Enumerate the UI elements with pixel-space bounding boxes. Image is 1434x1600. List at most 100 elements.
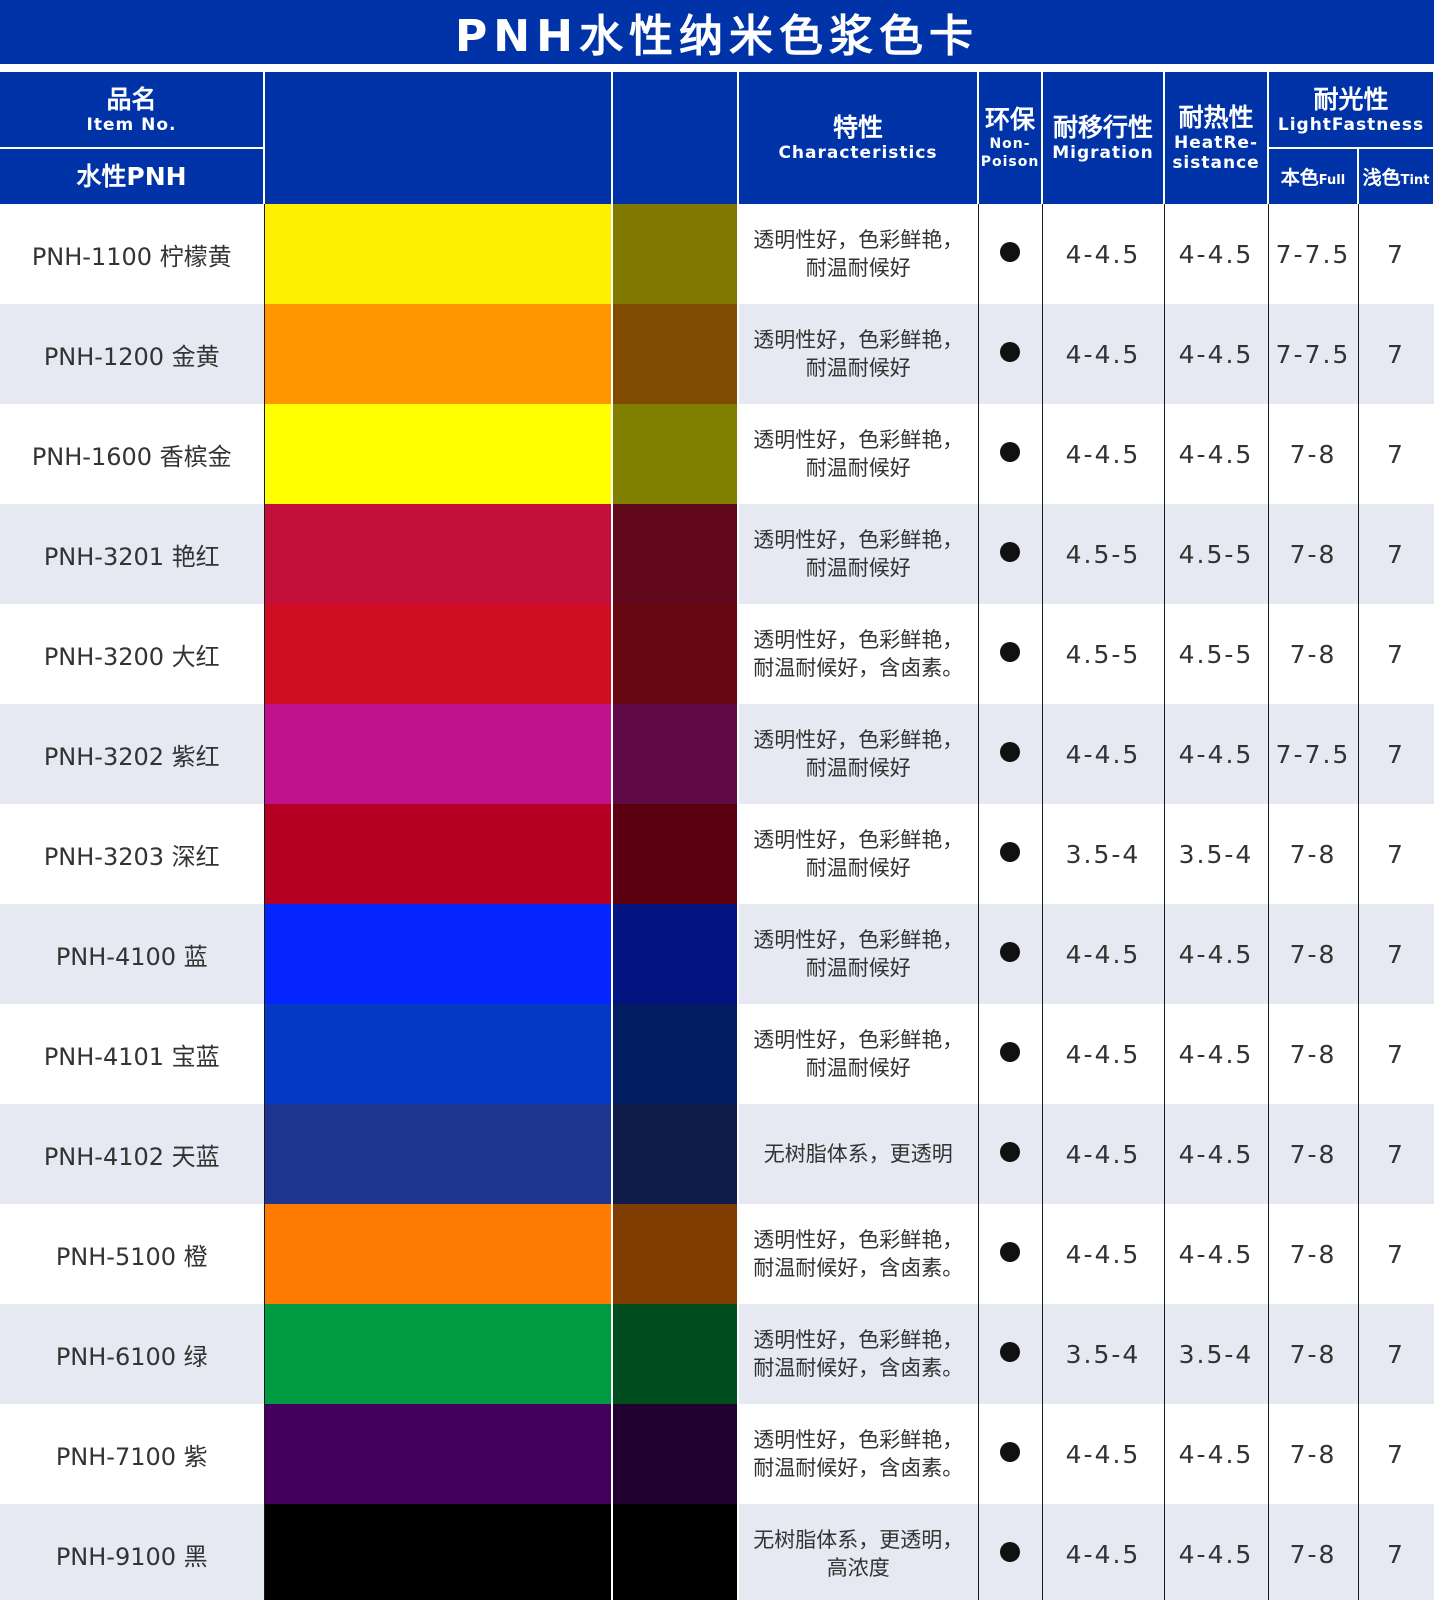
table-row: PNH-1600 香槟金 透明性好，色彩鲜艳， 耐温耐候好 4-4.5 4-4.5 7-8… bbox=[0, 404, 1434, 504]
table-row: PNH-6100 绿 透明性好，色彩鲜艳， 耐温耐候好，含卤素。 3.5-4 3.5-4… bbox=[0, 1304, 1434, 1404]
filled-circle-icon bbox=[1000, 1242, 1020, 1262]
tint-color-swatch bbox=[612, 1204, 739, 1304]
characteristics-line-1: 透明性好，色彩鲜艳， bbox=[753, 528, 964, 552]
lightfastness-tint-value: 7 bbox=[1358, 504, 1434, 604]
heat-resistance-value: 4.5-5 bbox=[1164, 504, 1269, 604]
characteristics-cell: 透明性好，色彩鲜艳， 耐温耐候好 bbox=[738, 504, 979, 604]
migration-value: 4-4.5 bbox=[1042, 1104, 1165, 1204]
lightfastness-tint-value: 7 bbox=[1358, 1004, 1434, 1104]
characteristics-line-1: 透明性好，色彩鲜艳， bbox=[753, 1028, 964, 1052]
characteristics-cell: 透明性好，色彩鲜艳， 耐温耐候好 bbox=[738, 904, 979, 1004]
lightfastness-full-value: 7-8 bbox=[1268, 504, 1359, 604]
migration-value: 4-4.5 bbox=[1042, 704, 1165, 804]
heat-resistance-value: 4-4.5 bbox=[1164, 204, 1269, 304]
nonpoison-cell bbox=[978, 404, 1043, 504]
migration-value: 3.5-4 bbox=[1042, 804, 1165, 904]
item-name: PNH-7100 紫 bbox=[0, 1404, 265, 1504]
heat-resistance-value: 4-4.5 bbox=[1164, 704, 1269, 804]
tint-swatch-header bbox=[612, 72, 739, 204]
table-row: PNH-1100 柠檬黄 透明性好，色彩鲜艳， 耐温耐候好 4-4.5 4-4.5 7-7… bbox=[0, 204, 1434, 304]
item-name: PNH-9100 黑 bbox=[0, 1504, 265, 1600]
migration-value: 4-4.5 bbox=[1042, 1504, 1165, 1600]
characteristics-line-1: 透明性好，色彩鲜艳， bbox=[753, 328, 964, 352]
lightfastness-tint-value: 7 bbox=[1358, 1504, 1434, 1600]
table-row: PNH-1200 金黄 透明性好，色彩鲜艳， 耐温耐候好 4-4.5 4-4.5 7-7.… bbox=[0, 304, 1434, 404]
lightfastness-tint-value: 7 bbox=[1358, 704, 1434, 804]
characteristics-line-2: 耐温耐候好 bbox=[805, 356, 911, 380]
lightfastness-full-value: 7-8 bbox=[1268, 1304, 1359, 1404]
lightfastness-full-value: 7-8 bbox=[1268, 604, 1359, 704]
characteristics-header: 特性 Characteristics bbox=[738, 72, 979, 204]
migration-value: 4.5-5 bbox=[1042, 604, 1165, 704]
lightfastness-full-value: 7-8 bbox=[1268, 804, 1359, 904]
heat-resistance-value: 4-4.5 bbox=[1164, 1104, 1269, 1204]
lightfastness-full-value: 7-7.5 bbox=[1268, 304, 1359, 404]
table-row: PNH-5100 橙 透明性好，色彩鲜艳， 耐温耐候好，含卤素。 4-4.5 4-4.5… bbox=[0, 1204, 1434, 1304]
full-color-swatch bbox=[264, 1004, 613, 1104]
color-card-table: 品名 Item No. 特性 Characteristics 环保 Non- P… bbox=[0, 72, 1434, 1600]
lightfastness-full-value: 7-8 bbox=[1268, 904, 1359, 1004]
full-color-swatch bbox=[264, 1304, 613, 1404]
table-row: PNH-4102 天蓝 无树脂体系，更透明 4-4.5 4-4.5 7-8 7 bbox=[0, 1104, 1434, 1204]
characteristics-cell: 透明性好，色彩鲜艳， 耐温耐候好，含卤素。 bbox=[738, 1204, 979, 1304]
filled-circle-icon bbox=[1000, 642, 1020, 662]
characteristics-line-1: 透明性好，色彩鲜艳， bbox=[753, 828, 964, 852]
characteristics-line-1: 透明性好，色彩鲜艳， bbox=[753, 1428, 964, 1452]
nonpoison-cell bbox=[978, 504, 1043, 604]
lightfastness-tint-value: 7 bbox=[1358, 904, 1434, 1004]
full-color-swatch bbox=[264, 604, 613, 704]
nonpoison-cell bbox=[978, 204, 1043, 304]
nonpoison-cell bbox=[978, 1404, 1043, 1504]
lightfastness-tint-value: 7 bbox=[1358, 804, 1434, 904]
characteristics-line-2: 耐温耐候好 bbox=[805, 956, 911, 980]
table-row: PNH-4101 宝蓝 透明性好，色彩鲜艳， 耐温耐候好 4-4.5 4-4.5 7-8 7 bbox=[0, 1004, 1434, 1104]
item-name: PNH-1600 香槟金 bbox=[0, 404, 265, 504]
characteristics-cell: 透明性好，色彩鲜艳， 耐温耐候好，含卤素。 bbox=[738, 1404, 979, 1504]
lightfastness-tint-value: 7 bbox=[1358, 404, 1434, 504]
full-color-swatch bbox=[264, 1104, 613, 1204]
tint-color-swatch bbox=[612, 1304, 739, 1404]
full-color-swatch bbox=[264, 204, 613, 304]
characteristics-line-2: 耐温耐候好，含卤素。 bbox=[753, 1256, 964, 1280]
heat-resistance-value: 4-4.5 bbox=[1164, 1204, 1269, 1304]
characteristics-line-2: 耐温耐候好 bbox=[805, 756, 911, 780]
filled-circle-icon bbox=[1000, 942, 1020, 962]
full-color-swatch bbox=[264, 504, 613, 604]
lightfastness-tint-header: 浅色Tint bbox=[1358, 148, 1434, 204]
item-name: PNH-3200 大红 bbox=[0, 604, 265, 704]
item-header: 品名 Item No. bbox=[0, 72, 265, 149]
lightfastness-tint-value: 7 bbox=[1358, 1404, 1434, 1504]
filled-circle-icon bbox=[1000, 1142, 1020, 1162]
nonpoison-cell bbox=[978, 804, 1043, 904]
nonpoison-cell bbox=[978, 904, 1043, 1004]
tint-color-swatch bbox=[612, 704, 739, 804]
tint-color-swatch bbox=[612, 1404, 739, 1504]
migration-value: 3.5-4 bbox=[1042, 1304, 1165, 1404]
nonpoison-cell bbox=[978, 1504, 1043, 1600]
lightfastness-tint-value: 7 bbox=[1358, 204, 1434, 304]
characteristics-line-2: 耐温耐候好 bbox=[805, 456, 911, 480]
characteristics-line-2: 耐温耐候好 bbox=[805, 856, 911, 880]
migration-value: 4-4.5 bbox=[1042, 404, 1165, 504]
lightfastness-full-value: 7-8 bbox=[1268, 1104, 1359, 1204]
lightfastness-header: 耐光性 LightFastness bbox=[1268, 72, 1434, 149]
characteristics-line-1: 透明性好，色彩鲜艳， bbox=[753, 728, 964, 752]
full-color-swatch bbox=[264, 1504, 613, 1600]
lightfastness-full-value: 7-8 bbox=[1268, 404, 1359, 504]
characteristics-cell: 无树脂体系，更透明 bbox=[738, 1104, 979, 1204]
tint-color-swatch bbox=[612, 204, 739, 304]
item-name: PNH-1200 金黄 bbox=[0, 304, 265, 404]
table-row: PNH-3202 紫红 透明性好，色彩鲜艳， 耐温耐候好 4-4.5 4-4.5 7-7.… bbox=[0, 704, 1434, 804]
migration-value: 4-4.5 bbox=[1042, 1404, 1165, 1504]
filled-circle-icon bbox=[1000, 1542, 1020, 1562]
lightfastness-tint-value: 7 bbox=[1358, 304, 1434, 404]
table-row: PNH-3201 艳红 透明性好，色彩鲜艳， 耐温耐候好 4.5-5 4.5-5 7-8 7 bbox=[0, 504, 1434, 604]
filled-circle-icon bbox=[1000, 442, 1020, 462]
item-name: PNH-5100 橙 bbox=[0, 1204, 265, 1304]
characteristics-line-1: 透明性好，色彩鲜艳， bbox=[753, 228, 964, 252]
item-name: PNH-1100 柠檬黄 bbox=[0, 204, 265, 304]
characteristics-cell: 透明性好，色彩鲜艳， 耐温耐候好 bbox=[738, 704, 979, 804]
lightfastness-tint-value: 7 bbox=[1358, 1204, 1434, 1304]
nonpoison-cell bbox=[978, 1304, 1043, 1404]
item-name: PNH-3202 紫红 bbox=[0, 704, 265, 804]
